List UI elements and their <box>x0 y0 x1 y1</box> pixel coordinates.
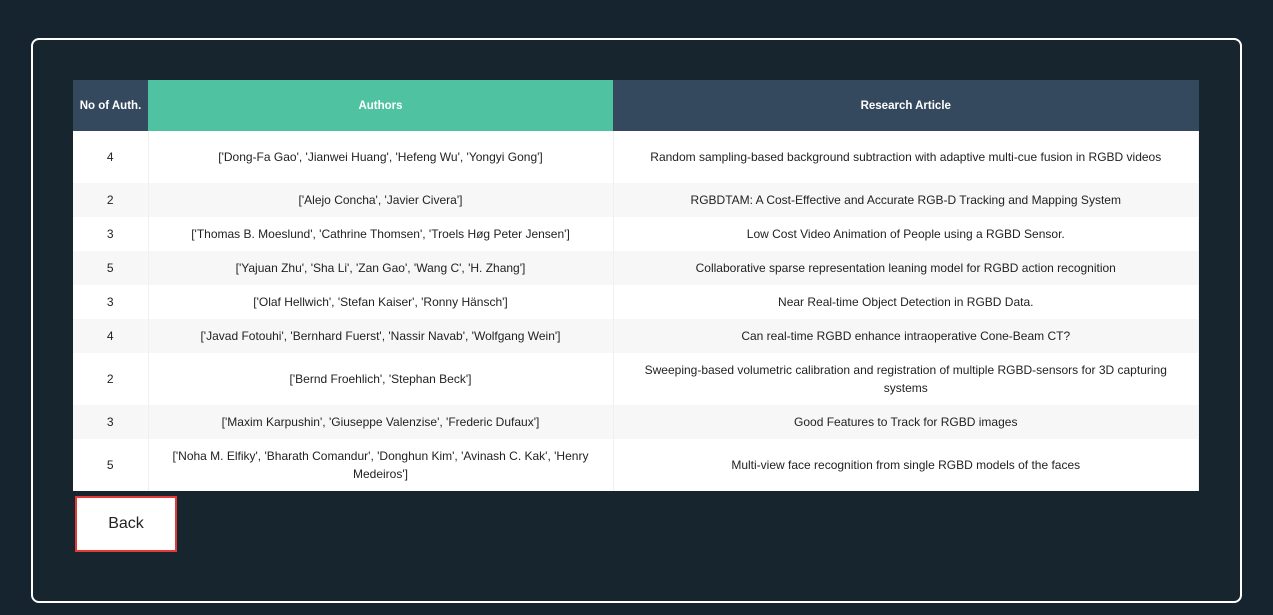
header-research-article[interactable]: Research Article <box>613 80 1199 131</box>
num-authors-cell: 2 <box>73 183 149 217</box>
table-row: 2 ['Alejo Concha', 'Javier Civera'] RGBDTA… <box>73 183 1199 217</box>
table-row: 4 ['Dong-Fa Gao', 'Jianwei Huang', 'Hefen… <box>73 131 1199 183</box>
authors-cell: ['Maxim Karpushin', 'Giuseppe Valenzise'… <box>148 405 614 439</box>
article-title-cell: Sweeping-based volumetric calibration an… <box>613 353 1199 405</box>
header-num-authors[interactable]: No of Auth. <box>73 80 148 131</box>
article-title-cell: Low Cost Video Animation of People using… <box>613 217 1199 251</box>
article-title-cell: Can real-time RGBD enhance intraoperativ… <box>613 319 1199 353</box>
num-authors-cell: 4 <box>73 319 149 353</box>
num-authors-cell: 4 <box>73 131 149 183</box>
num-authors-cell: 3 <box>73 405 149 439</box>
num-authors-cell: 2 <box>73 353 149 405</box>
table-row: 4 ['Javad Fotouhi', 'Bernhard Fuerst', 'N… <box>73 319 1199 353</box>
authors-cell: ['Dong-Fa Gao', 'Jianwei Huang', 'Hefeng… <box>148 131 614 183</box>
table-row: 5 ['Noha M. Elfiky', 'Bharath Comandur', … <box>73 439 1199 491</box>
authors-cell: ['Thomas B. Moeslund', 'Cathrine Thomsen… <box>148 217 614 251</box>
header-authors[interactable]: Authors <box>148 80 613 131</box>
table-row: 2 ['Bernd Froehlich', 'Stephan Beck'] Swee… <box>73 353 1199 405</box>
num-authors-cell: 3 <box>73 217 149 251</box>
content-card: No of Auth. Authors Research Article 4 ['… <box>31 38 1242 603</box>
article-title-cell: Good Features to Track for RGBD images <box>613 405 1199 439</box>
article-title-cell: Near Real-time Object Detection in RGBD … <box>613 285 1199 319</box>
article-title-cell: Multi-view face recognition from single … <box>613 439 1199 491</box>
authors-cell: ['Javad Fotouhi', 'Bernhard Fuerst', 'Na… <box>148 319 614 353</box>
articles-table: No of Auth. Authors Research Article 4 ['… <box>73 80 1199 491</box>
num-authors-cell: 3 <box>73 285 149 319</box>
authors-cell: ['Yajuan Zhu', 'Sha Li', 'Zan Gao', 'Wan… <box>148 251 614 285</box>
article-title-cell: Collaborative sparse representation lean… <box>613 251 1199 285</box>
article-title-cell: RGBDTAM: A Cost-Effective and Accurate R… <box>613 183 1199 217</box>
authors-cell: ['Bernd Froehlich', 'Stephan Beck'] <box>148 353 614 405</box>
table-row: 3 ['Olaf Hellwich', 'Stefan Kaiser', 'Ron… <box>73 285 1199 319</box>
back-button[interactable]: Back <box>75 496 177 552</box>
num-authors-cell: 5 <box>73 251 149 285</box>
authors-cell: ['Noha M. Elfiky', 'Bharath Comandur', '… <box>148 439 614 491</box>
table-row: 3 ['Thomas B. Moeslund', 'Cathrine Thomse… <box>73 217 1199 251</box>
authors-cell: ['Olaf Hellwich', 'Stefan Kaiser', 'Ronn… <box>148 285 614 319</box>
article-title-cell: Random sampling-based background subtrac… <box>613 131 1199 183</box>
table-header-row: No of Auth. Authors Research Article <box>73 80 1199 131</box>
table-row: 3 ['Maxim Karpushin', 'Giuseppe Valenzise… <box>73 405 1199 439</box>
table-row: 5 ['Yajuan Zhu', 'Sha Li', 'Zan Gao', 'Wa… <box>73 251 1199 285</box>
num-authors-cell: 5 <box>73 439 149 491</box>
authors-cell: ['Alejo Concha', 'Javier Civera'] <box>148 183 614 217</box>
